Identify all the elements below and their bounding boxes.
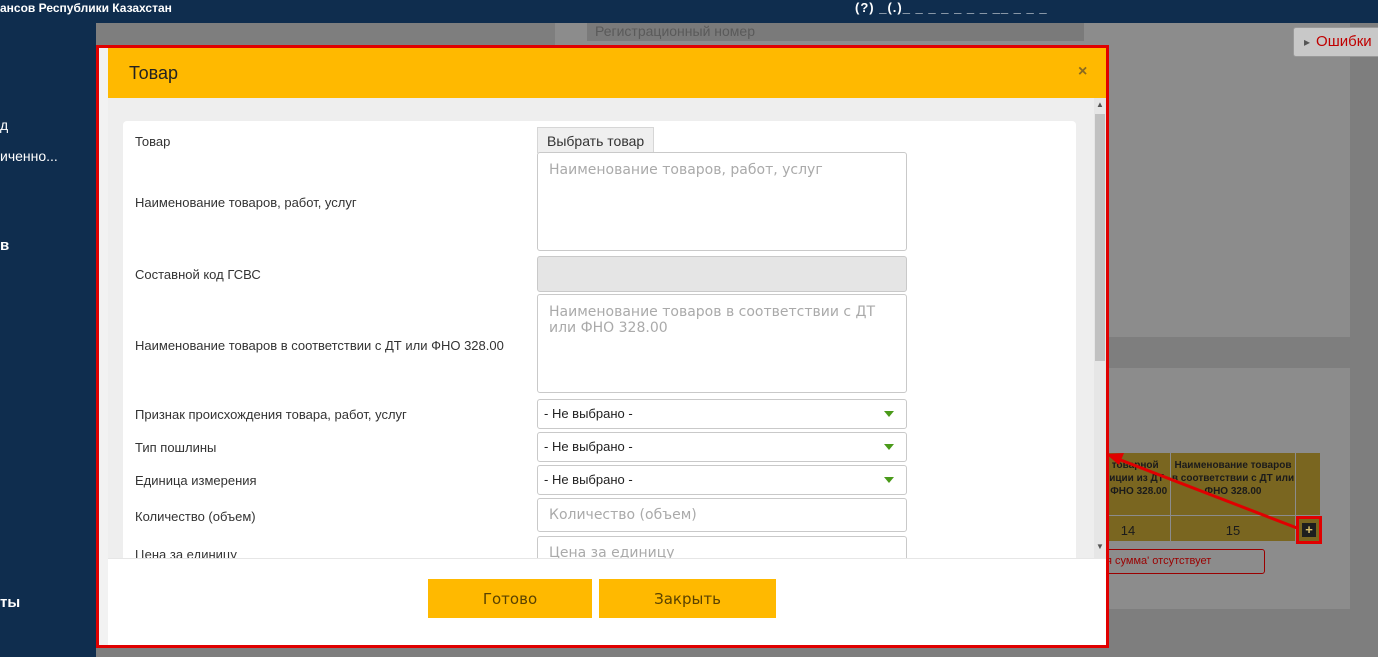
- add-row-button[interactable]: +: [1296, 516, 1322, 544]
- close-icon[interactable]: ×: [1078, 63, 1087, 81]
- errors-tab-label: Ошибки: [1316, 33, 1372, 50]
- quantity-label: Количество (объем): [135, 509, 256, 524]
- product-label: Товар: [135, 134, 171, 149]
- quantity-input[interactable]: [537, 498, 907, 532]
- modal-title: Товар: [129, 63, 178, 83]
- panel-header: Регистрационный номер: [587, 23, 1084, 41]
- select-product-button[interactable]: Выбрать товар: [537, 127, 655, 153]
- sidebar: д иченно... в ты: [0, 23, 96, 657]
- chevron-right-icon: ▸: [1304, 35, 1311, 49]
- table-cell-15: 15: [1171, 516, 1295, 541]
- modal-highlight-frame: Товар × Товар Выбрать товар Наименование…: [96, 45, 1109, 648]
- gsvs-code-label: Составной код ГСВС: [135, 267, 261, 282]
- close-button[interactable]: Закрыть: [599, 579, 776, 618]
- unit-label: Единица измерения: [135, 473, 257, 488]
- modal-footer: Готово Закрыть: [108, 558, 1106, 645]
- name-label: Наименование товаров, работ, услуг: [135, 195, 357, 210]
- scrollbar-thumb[interactable]: [1095, 114, 1105, 361]
- modal-body: Товар Выбрать товар Наименование товаров…: [108, 98, 1096, 558]
- duty-type-select[interactable]: - Не выбрано -: [537, 432, 907, 462]
- sidebar-item-3[interactable]: в: [0, 237, 9, 254]
- origin-select-value: - Не выбрано -: [544, 406, 633, 421]
- sidebar-item-4[interactable]: ты: [0, 594, 20, 611]
- done-button[interactable]: Готово: [428, 579, 592, 618]
- dt-name-textarea[interactable]: [537, 294, 907, 393]
- name-textarea[interactable]: [537, 152, 907, 251]
- app-topbar: ансов Республики Казахстан (?) _(.)_ _ _…: [0, 0, 1378, 23]
- plus-icon: +: [1302, 523, 1316, 537]
- dt-name-label: Наименование товаров в соответствии с ДТ…: [135, 338, 504, 353]
- sidebar-item-2[interactable]: иченно...: [0, 148, 58, 164]
- dropdown-triangle-icon: [884, 444, 894, 450]
- table-header-15: Наименование товаров в соответствии с ДТ…: [1171, 453, 1295, 515]
- origin-select[interactable]: - Не выбрано -: [537, 399, 907, 429]
- product-modal: Товар × Товар Выбрать товар Наименование…: [108, 48, 1106, 645]
- error-message: я сумма' отсутствует: [1095, 549, 1265, 574]
- product-form: Товар Выбрать товар Наименование товаров…: [123, 121, 1076, 558]
- sidebar-item-1[interactable]: д: [0, 117, 8, 133]
- dropdown-triangle-icon: [884, 411, 894, 417]
- unit-select[interactable]: - Не выбрано -: [537, 465, 907, 495]
- unit-select-value: - Не выбрано -: [544, 472, 633, 487]
- topbar-user-menu[interactable]: (?) _(.)_ _ _ _ _ _ _ __ _ _ _: [855, 0, 1048, 15]
- scroll-down-icon[interactable]: ▼: [1095, 542, 1105, 551]
- scroll-up-icon[interactable]: ▲: [1095, 100, 1105, 109]
- organization-name: ансов Республики Казахстан: [0, 1, 172, 15]
- errors-tab[interactable]: ▸ Ошибки: [1293, 27, 1378, 57]
- unit-price-input[interactable]: [537, 536, 907, 558]
- unit-price-label: Цена за единицу: [135, 547, 237, 558]
- gsvs-code-field: [537, 256, 907, 292]
- modal-header: Товар ×: [108, 48, 1106, 98]
- table-header-actions: [1296, 453, 1320, 515]
- duty-type-label: Тип пошлины: [135, 440, 217, 455]
- modal-scrollbar[interactable]: ▲ ▼: [1094, 98, 1106, 558]
- dropdown-triangle-icon: [884, 477, 894, 483]
- duty-type-select-value: - Не выбрано -: [544, 439, 633, 454]
- origin-label: Признак происхождения товара, работ, усл…: [135, 407, 407, 422]
